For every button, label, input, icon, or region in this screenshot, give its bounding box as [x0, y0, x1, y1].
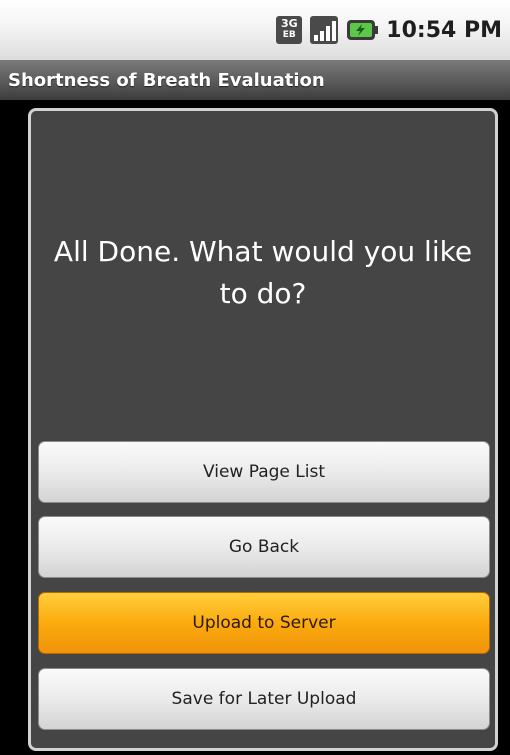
- completion-prompt: All Done. What would you like to do?: [53, 235, 473, 310]
- status-clock: 10:54 PM: [386, 17, 502, 43]
- app-title: Shortness of Breath Evaluation: [8, 69, 325, 91]
- network-type-label: 3G: [280, 17, 298, 30]
- view-page-list-button[interactable]: View Page List: [38, 441, 490, 503]
- signal-strength-icon: [310, 16, 339, 44]
- completion-panel: All Done. What would you like to do? Vie…: [28, 108, 498, 751]
- upload-to-server-button[interactable]: Upload to Server: [38, 592, 490, 654]
- go-back-button[interactable]: Go Back: [38, 516, 490, 578]
- save-for-later-upload-button[interactable]: Save for Later Upload: [38, 668, 490, 730]
- battery-charging-icon: [346, 17, 379, 43]
- network-3g-icon: 3G EB: [276, 16, 303, 44]
- network-sub-label: EB: [282, 30, 296, 40]
- status-bar: 3G EB 10:54 PM: [0, 0, 510, 60]
- app-title-bar: Shortness of Breath Evaluation: [0, 60, 510, 100]
